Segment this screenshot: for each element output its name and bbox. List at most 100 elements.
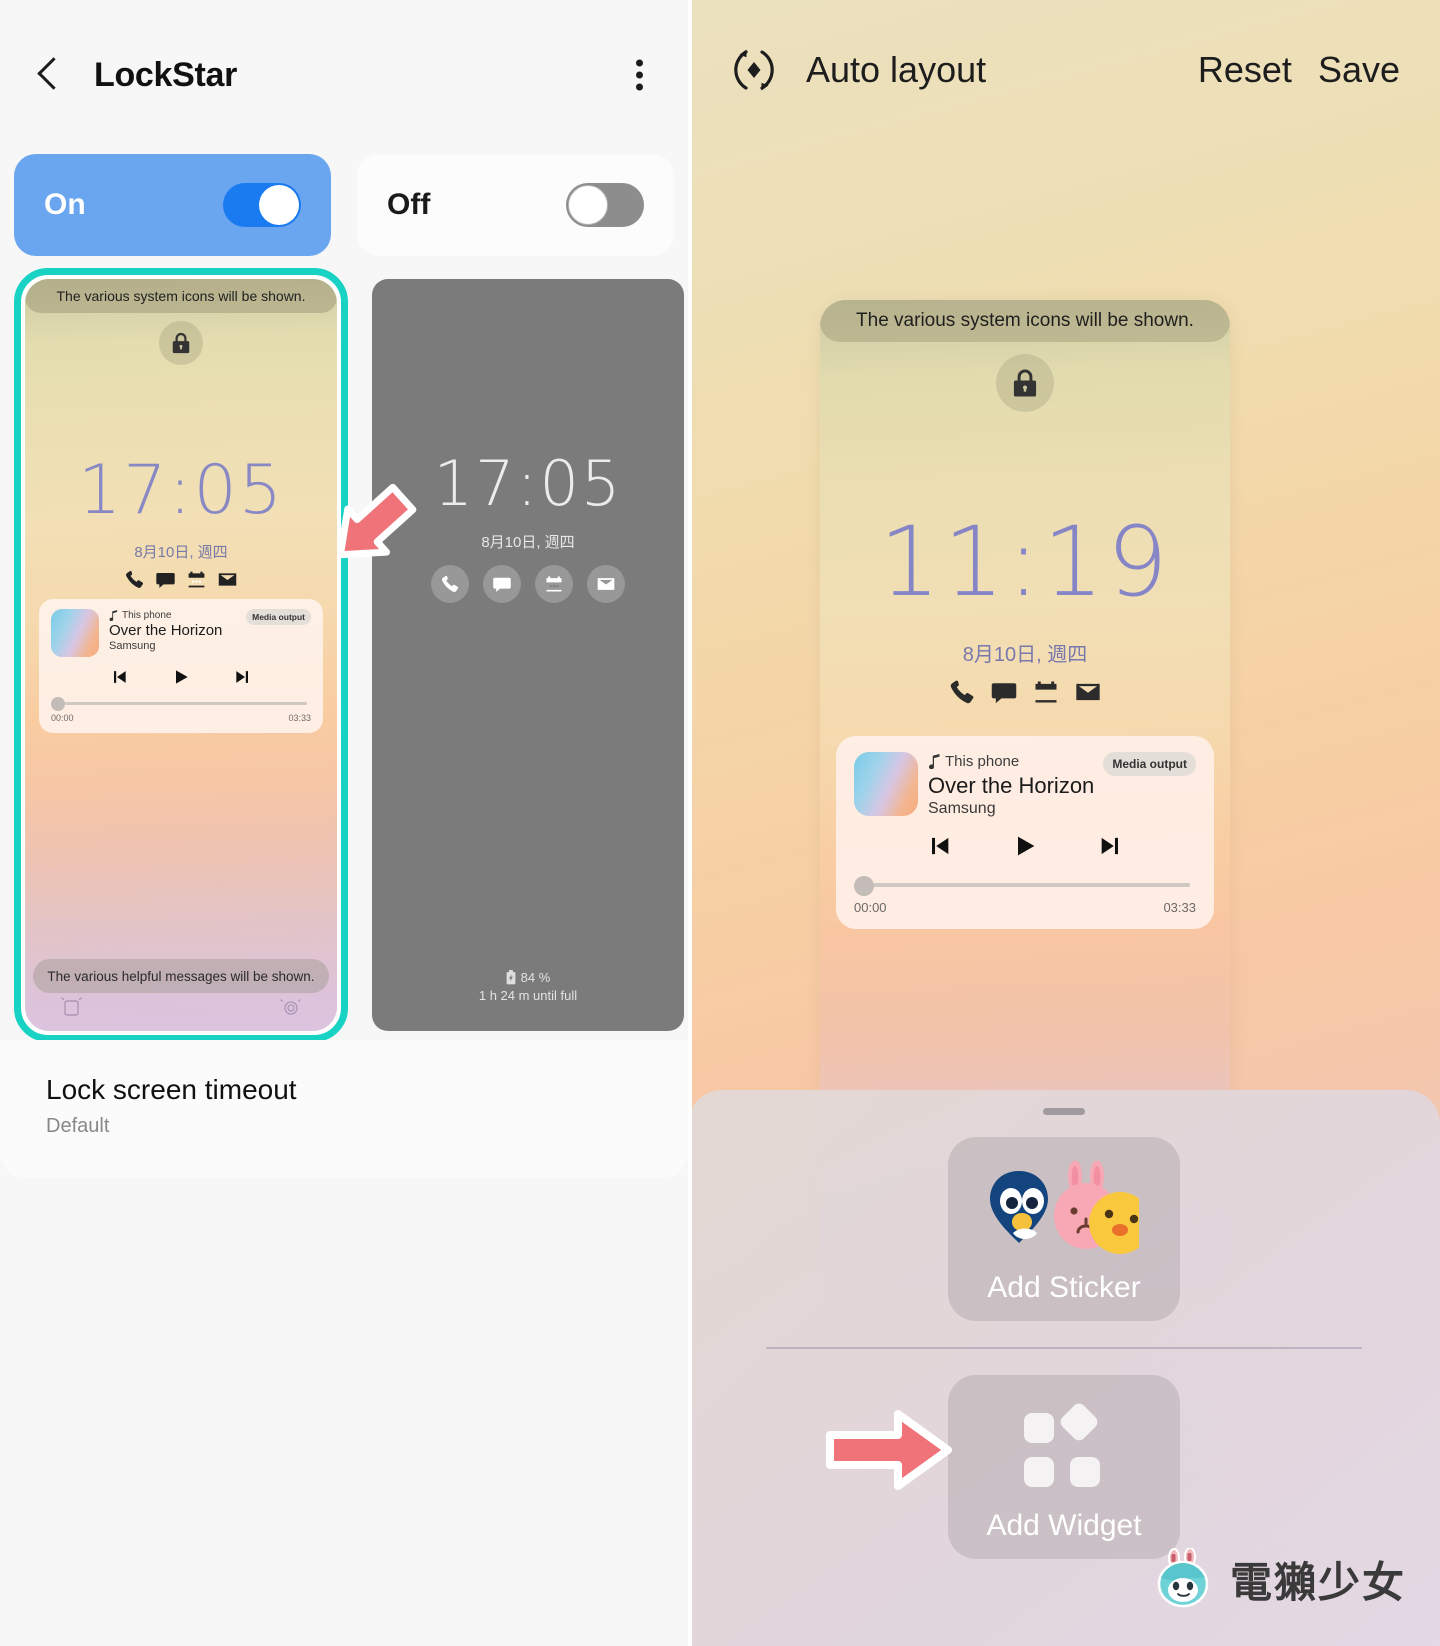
sticker-characters-icon [989, 1157, 1139, 1269]
annotation-arrow-left [336, 483, 417, 559]
left-header: LockStar [0, 0, 688, 150]
preview-shortcut-icons [820, 678, 1230, 706]
media-artist: Samsung [109, 640, 156, 653]
sheet-drag-handle[interactable] [1043, 1108, 1085, 1115]
otter-mascot-icon [1154, 1547, 1216, 1610]
preview-clock: 17:05 [78, 451, 284, 530]
battery-status: 84 % 1 h 24 m until full [372, 970, 684, 1003]
auto-layout-label[interactable]: Auto layout [806, 49, 986, 91]
message-icon[interactable] [155, 569, 176, 590]
battery-icon [506, 970, 516, 985]
seek-track [65, 702, 307, 705]
add-sticker-button[interactable]: Add Sticker [948, 1137, 1180, 1321]
toggle-card-on[interactable]: On [14, 154, 331, 256]
back-chevron-icon[interactable] [28, 53, 72, 97]
play-icon[interactable] [1011, 832, 1039, 860]
calendar-icon[interactable] [1032, 678, 1060, 706]
message-icon[interactable] [990, 678, 1018, 706]
media-top: This phone Over the Horizon Samsung Medi… [854, 752, 1196, 818]
left-panel-lockstar-settings: LockStar On Off The various system icons… [0, 0, 688, 1646]
lock-icon [159, 321, 203, 365]
media-output-pill[interactable]: Media output [1103, 752, 1196, 776]
media-artist: Samsung [928, 800, 996, 818]
setting-value: Default [46, 1115, 110, 1137]
annotation-arrow-right [826, 1410, 952, 1490]
message-icon[interactable] [483, 565, 521, 603]
right-panel-lockscreen-editor: Auto layout Reset Save The various syste… [688, 0, 1440, 1646]
media-top: This phone Over the Horizon Samsung Medi… [51, 609, 311, 657]
bottom-shortcuts [25, 994, 337, 1025]
calendar-icon[interactable] [535, 565, 573, 603]
previous-icon[interactable] [109, 667, 129, 687]
reset-button[interactable]: Reset [1198, 49, 1292, 91]
record-icon[interactable] [277, 994, 303, 1025]
screenshot-root: LockStar On Off The various system icons… [0, 0, 1440, 1646]
media-elapsed: 00:00 [854, 900, 887, 916]
next-icon[interactable] [1097, 832, 1125, 860]
lock-icon [996, 354, 1054, 412]
media-times: 00:00 03:33 [854, 900, 1196, 915]
media-player-card[interactable]: This phone Over the Horizon Samsung Medi… [39, 599, 323, 733]
add-widget-label: Add Widget [986, 1509, 1142, 1542]
lock-screen-timeout-row[interactable]: Lock screen timeout Default [0, 1040, 688, 1178]
media-source-label: This phone [945, 753, 1020, 770]
battery-percent: 84 % [520, 970, 551, 985]
media-player-card[interactable]: This phone Over the Horizon Samsung Medi… [836, 736, 1214, 930]
seek-track [872, 883, 1190, 888]
phone-icon[interactable] [431, 565, 469, 603]
camera-icon[interactable] [59, 994, 85, 1025]
page-title: LockStar [94, 55, 238, 94]
calendar-icon[interactable] [186, 569, 207, 590]
preview-date[interactable]: 8月10日, 週四 [820, 638, 1230, 667]
mail-icon[interactable] [1074, 678, 1102, 706]
media-title: Over the Horizon [928, 773, 1095, 798]
preview-clock[interactable]: 11:19 [820, 514, 1230, 610]
toggle-label-on: On [44, 188, 86, 221]
lockscreen-preview-on[interactable]: The various system icons will be shown. … [25, 279, 337, 1031]
widget-grid-icon [1016, 1395, 1112, 1507]
add-widget-button[interactable]: Add Widget [948, 1375, 1180, 1559]
lockscreen-preview-off[interactable]: 17:05 8月10日, 週四 84 % 1 h 24 m until full [372, 279, 684, 1031]
phone-icon[interactable] [124, 569, 145, 590]
media-elapsed: 00:00 [51, 713, 74, 723]
mail-icon[interactable] [587, 565, 625, 603]
seek-thumb[interactable] [854, 876, 874, 897]
toggle-card-off[interactable]: Off [357, 154, 674, 256]
media-output-pill[interactable]: Media output [246, 609, 311, 625]
battery-time-remaining: 1 h 24 m until full [478, 988, 578, 1003]
helpful-messages-placeholder: The various helpful messages will be sho… [33, 959, 329, 993]
preview-date: 8月10日, 週四 [134, 544, 228, 561]
battery-percent-row: 84 % [372, 970, 684, 985]
preview-on-selected[interactable]: The various system icons will be shown. … [14, 268, 348, 1042]
switch-on[interactable] [223, 183, 301, 227]
watermark: 電獺少女 [1154, 1547, 1406, 1610]
save-button[interactable]: Save [1318, 49, 1400, 91]
system-icons-placeholder-bar: The various system icons will be shown. [820, 300, 1230, 342]
seek-thumb[interactable] [51, 697, 65, 711]
phone-icon[interactable] [948, 678, 976, 706]
switch-off[interactable] [566, 183, 644, 227]
preview-shortcut-icons [25, 569, 337, 590]
setting-title: Lock screen timeout [46, 1074, 297, 1105]
sheet-section-sticker: Add Sticker [688, 1115, 1440, 1321]
album-art [51, 609, 99, 657]
next-icon[interactable] [233, 667, 253, 687]
mail-icon[interactable] [217, 569, 238, 590]
add-sticker-label: Add Sticker [987, 1271, 1141, 1304]
album-art [854, 752, 918, 816]
play-icon[interactable] [171, 667, 191, 687]
right-header-actions: Reset Save [1198, 49, 1400, 91]
media-seek-bar[interactable] [51, 697, 311, 711]
on-off-toggle-row: On Off [0, 154, 688, 256]
preview-off[interactable]: 17:05 8月10日, 週四 84 % 1 h 24 m until full [372, 268, 684, 1042]
toggle-label-off: Off [387, 188, 431, 221]
kebab-menu-icon[interactable] [636, 55, 644, 96]
auto-layout-icon[interactable] [728, 44, 780, 96]
preview-off-shortcut-icons [372, 565, 684, 603]
media-controls [854, 832, 1196, 860]
right-header: Auto layout Reset Save [688, 0, 1440, 140]
preview-row: The various system icons will be shown. … [0, 268, 688, 1042]
previous-icon[interactable] [925, 832, 953, 860]
media-source-label: This phone [122, 610, 172, 621]
media-seek-bar[interactable] [854, 876, 1196, 897]
